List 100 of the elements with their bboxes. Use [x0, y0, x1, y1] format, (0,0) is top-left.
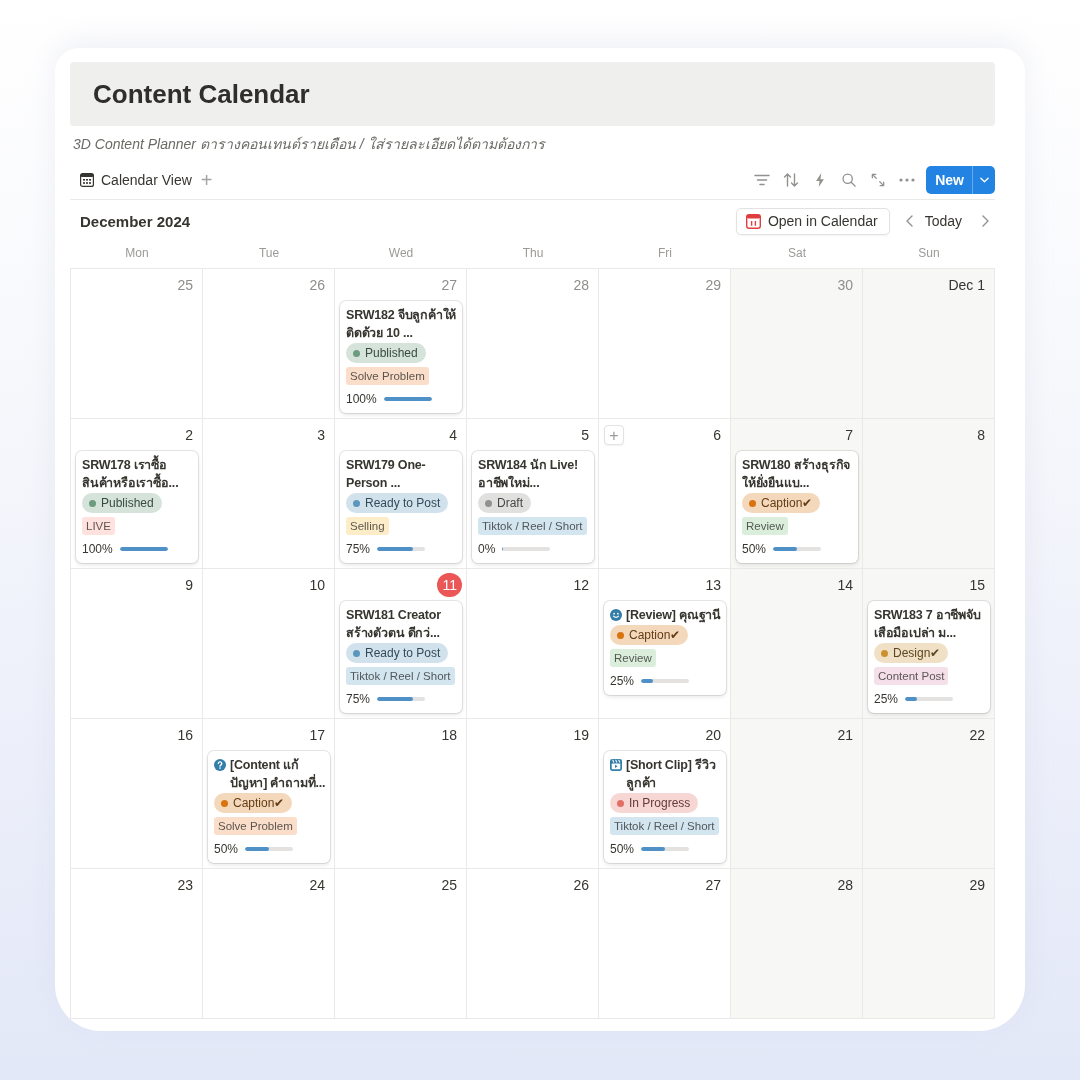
new-button[interactable]: New [926, 165, 972, 194]
event-card[interactable]: [Content แก้ปัญหา] คำถามที่... Caption✔ Solve Problem 50% [208, 751, 330, 863]
category-tag: Tiktok / Reel / Short [610, 817, 719, 835]
day-number: 26 [572, 876, 590, 895]
page-title: Content Calendar [93, 78, 310, 110]
view-tab[interactable]: Calendar View [80, 166, 192, 193]
day-number: 17 [308, 726, 326, 745]
day-number: 20 [704, 726, 722, 745]
chevron-right-icon[interactable] [982, 215, 989, 227]
category-tag: Solve Problem [346, 367, 429, 385]
progress-label: 50% [214, 842, 239, 856]
day-number: 27 [440, 276, 458, 295]
question-icon [214, 759, 226, 771]
card-title: [Short Clip] รีวิวลูกค้า [626, 757, 717, 792]
event-card[interactable]: SRW180 สร้างธุรกิจให้ยั่งยืนแบ... Caption✔ Review 50% [736, 451, 858, 563]
category-tag: Solve Problem [214, 817, 297, 835]
more-icon[interactable] [899, 177, 916, 182]
progress-label: 50% [742, 542, 767, 556]
day-number: 3 [316, 426, 326, 445]
progress-label: 100% [82, 542, 113, 556]
card-title: SRW178 เราซื้อสินค้าหรือเราซื้อ... [82, 456, 194, 492]
event-card[interactable]: [Short Clip] รีวิวลูกค้า In Progress Tiktok / Reel / Short 50% [604, 751, 726, 863]
day-number: 29 [704, 276, 722, 295]
day-number: 28 [572, 276, 590, 295]
event-card[interactable]: SRW183 7 อาชีพจับเสือมือเปล่า ม... Design✔ Content Post 25% [868, 601, 990, 713]
card-title: SRW183 7 อาชีพจับเสือมือเปล่า ม... [874, 607, 982, 642]
sort-icon[interactable] [783, 172, 800, 187]
category-tag: Content Post [874, 667, 949, 685]
status-text: Caption✔ [761, 496, 813, 510]
day-number: Dec 1 [947, 276, 986, 295]
clapper-icon [610, 759, 622, 771]
category-tag: Tiktok / Reel / Short [346, 667, 455, 685]
day-number: 22 [968, 726, 986, 745]
day-number: 29 [968, 876, 986, 895]
progress-label: 25% [874, 692, 899, 706]
card-title: [Content แก้ปัญหา] คำถามที่... [230, 757, 326, 792]
page-subtitle: 3D Content Planner ตารางคอนเทนต์รายเดือน / ใส่รายละเอียดได้ตามต้องการ [72, 135, 547, 154]
status-text: Published [101, 496, 154, 510]
weekday-label: Thu [522, 245, 544, 262]
card-title: SRW182 จีบลูกค้าให้ติดด้วย 10 ... [346, 306, 458, 342]
category-tag: Review [742, 517, 788, 535]
event-card[interactable]: SRW181 Creator สร้างตัวตน ดีกว่... Ready to Post Tiktok / Reel / Short 75% [340, 601, 462, 713]
event-card[interactable]: SRW182 จีบลูกค้าให้ติดด้วย 10 ... Published Solve Problem 100% [340, 301, 462, 413]
caret-down-icon [979, 176, 989, 183]
event-card[interactable]: [Review] คุณฐานี Caption✔ Review 25% [604, 601, 726, 695]
day-number: 26 [308, 276, 326, 295]
category-tag: Review [610, 649, 656, 667]
day-number: 7 [844, 426, 854, 445]
status-text: Draft [497, 496, 523, 510]
day-number: 14 [836, 576, 854, 595]
day-number: 16 [176, 726, 194, 745]
day-number: 25 [176, 276, 194, 295]
event-card[interactable]: SRW179 One-Person ... Ready to Post Selling 75% [340, 451, 462, 563]
filter-icon[interactable] [754, 172, 771, 187]
new-menu-button[interactable] [972, 165, 995, 194]
calendar-icon [80, 172, 94, 187]
event-card[interactable]: SRW178 เราซื้อสินค้าหรือเราซื้อ... Published LIVE 100% [76, 451, 198, 563]
day-number: 11 [437, 573, 462, 597]
weekday-label: Tue [258, 245, 280, 262]
today-button[interactable]: Today [920, 209, 966, 233]
card-title: SRW184 นัก Live! อาชีพใหม่... [478, 457, 579, 492]
category-tag: Tiktok / Reel / Short [478, 517, 587, 535]
day-number: 13 [704, 576, 722, 595]
day-number: 10 [308, 576, 326, 595]
open-calendar-button[interactable]: Open in Calendar [735, 207, 890, 235]
day-number: 6 [712, 426, 722, 445]
status-text: Ready to Post [365, 646, 441, 660]
category-tag: Selling [346, 517, 389, 535]
weekday-label: Wed [388, 245, 414, 262]
day-number: 28 [836, 876, 854, 895]
status-text: Design✔ [893, 646, 941, 660]
card-title: SRW179 One-Person ... [346, 457, 427, 492]
day-number: 23 [176, 876, 194, 895]
day-number: 12 [572, 576, 590, 595]
card-title: [Review] คุณฐานี [626, 607, 722, 624]
day-number: 9 [184, 576, 194, 595]
day-number: 27 [704, 876, 722, 895]
progress-label: 0% [478, 542, 496, 556]
day-number: 5 [580, 426, 590, 445]
day-number: 25 [440, 876, 458, 895]
weekday-label: Sun [918, 245, 940, 262]
month-label: December 2024 [80, 212, 191, 230]
card-title: SRW180 สร้างธุรกิจให้ยั่งยืนแบ... [742, 457, 852, 492]
search-icon[interactable] [841, 172, 858, 187]
day-number: 19 [572, 726, 590, 745]
status-text: In Progress [629, 796, 691, 810]
category-tag: LIVE [82, 517, 115, 535]
progress-label: 75% [346, 692, 371, 706]
day-number: 15 [968, 576, 986, 595]
card-title: SRW181 Creator สร้างตัวตน ดีกว่... [346, 607, 442, 642]
weekday-label: Sat [788, 245, 806, 262]
expand-icon[interactable] [870, 172, 887, 187]
day-number: 24 [308, 876, 326, 895]
day-number: 21 [836, 726, 854, 745]
chevron-left-icon[interactable] [905, 215, 913, 227]
calendar-icon [745, 213, 761, 229]
weekday-label: Mon [125, 245, 149, 262]
progress-label: 50% [610, 842, 635, 856]
day-number: 2 [184, 426, 194, 445]
event-card[interactable]: SRW184 นัก Live! อาชีพใหม่... Draft Tiktok / Reel / Short 0% [472, 451, 594, 563]
